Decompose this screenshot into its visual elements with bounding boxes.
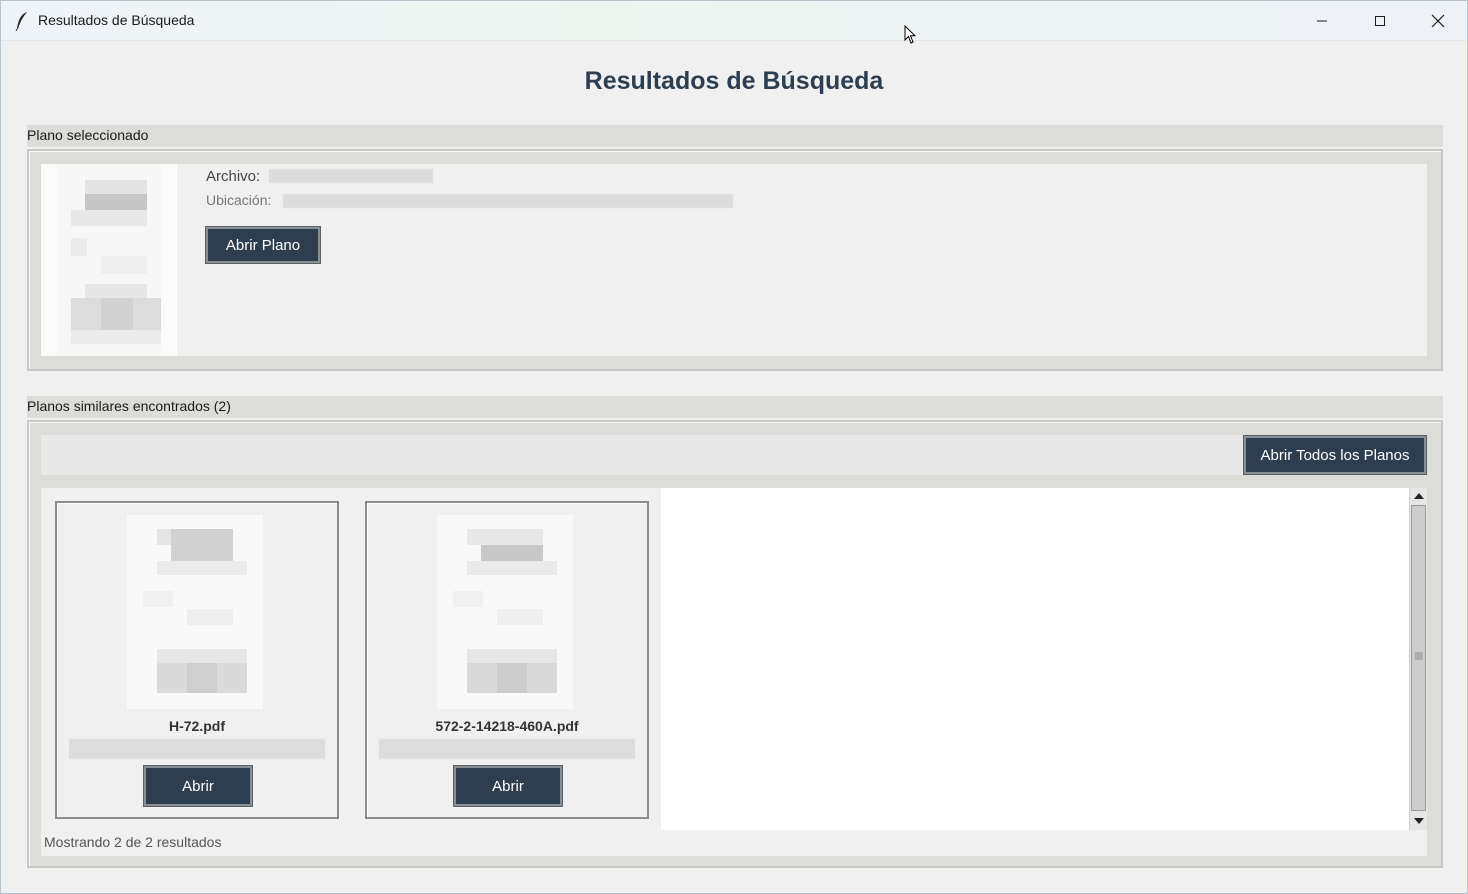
result-filename: 572-2-14218-460A.pdf <box>435 718 579 734</box>
selected-plan-panel: Archivo: Ubicación: Abrir Plano <box>41 164 1427 356</box>
selected-group-label: Plano seleccionado <box>27 127 149 143</box>
result-card: H-72.pdf Abrir <box>55 501 339 819</box>
result-filename: H-72.pdf <box>169 718 225 734</box>
results-scrollbar[interactable] <box>1409 488 1427 830</box>
archivo-label: Archivo: <box>206 168 261 185</box>
result-card: 572-2-14218-460A.pdf Abrir <box>365 501 649 819</box>
scroll-down-arrow-icon[interactable] <box>1413 816 1425 826</box>
similar-group-header: Planos similares encontrados (2) <box>27 396 1443 418</box>
results-toolbar: Abrir Todos los Planos <box>41 435 1427 475</box>
scroll-thumb[interactable] <box>1411 505 1426 811</box>
result-path-redacted <box>69 739 325 759</box>
scroll-up-arrow-icon[interactable] <box>1413 491 1425 501</box>
close-icon <box>1431 14 1445 28</box>
similar-group-label: Planos similares encontrados (2) <box>27 398 231 414</box>
results-window: Resultados de Búsqueda Resultados de Bús… <box>0 0 1468 894</box>
maximize-icon <box>1375 16 1385 26</box>
archivo-value-redacted <box>269 169 433 183</box>
similar-plans-frame: Abrir Todos los Planos H-72.pdf Abrir 57… <box>27 420 1443 868</box>
close-button[interactable] <box>1409 1 1467 41</box>
open-plan-button[interactable]: Abrir Plano <box>205 226 321 264</box>
maximize-button[interactable] <box>1351 1 1409 41</box>
results-status: Mostrando 2 de 2 resultados <box>44 834 222 850</box>
ubicacion-value-redacted <box>283 194 733 208</box>
open-all-plans-button[interactable]: Abrir Todos los Planos <box>1243 435 1427 475</box>
results-canvas-background <box>661 488 1409 830</box>
grip-icon <box>1415 652 1423 660</box>
page-title: Resultados de Búsqueda <box>584 67 884 95</box>
title-bar[interactable]: Resultados de Búsqueda <box>1 1 1467 41</box>
ubicacion-label: Ubicación: <box>206 192 272 208</box>
mouse-cursor-icon <box>904 25 917 44</box>
minimize-button[interactable] <box>1293 1 1351 41</box>
result-path-redacted <box>379 739 635 759</box>
result-thumbnail[interactable] <box>127 515 263 709</box>
results-scroll-region[interactable]: H-72.pdf Abrir 572-2-14218-460A.pdf Abri… <box>41 488 1427 856</box>
selected-plan-thumbnail <box>41 164 177 356</box>
feather-icon <box>15 12 27 31</box>
result-thumbnail[interactable] <box>437 515 573 709</box>
minimize-icon <box>1317 20 1327 22</box>
selected-plan-frame: Archivo: Ubicación: Abrir Plano <box>27 149 1443 371</box>
window-title: Resultados de Búsqueda <box>38 12 195 28</box>
open-result-button[interactable]: Abrir <box>453 765 563 807</box>
open-result-button[interactable]: Abrir <box>143 765 253 807</box>
selected-group-header: Plano seleccionado <box>27 125 1443 147</box>
